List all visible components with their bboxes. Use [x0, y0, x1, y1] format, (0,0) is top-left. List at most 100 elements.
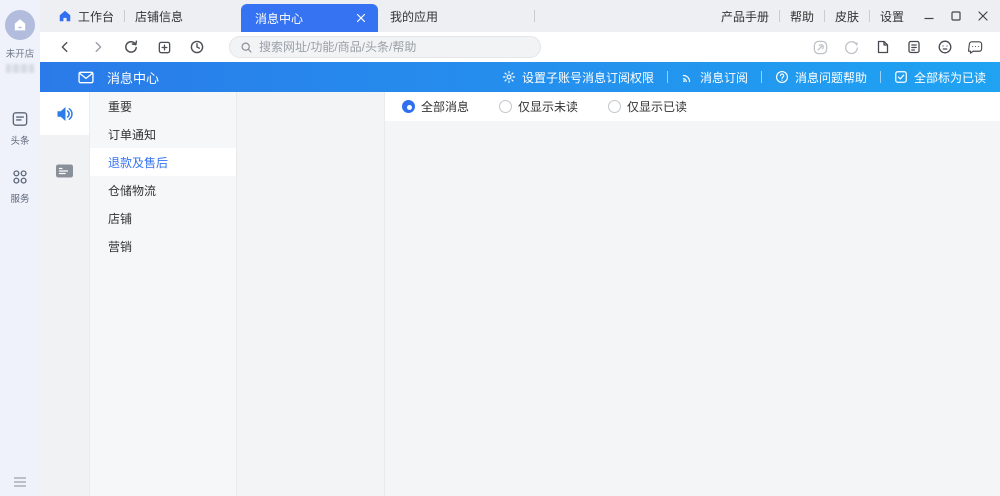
sidebar-item-services[interactable]: 服务 — [10, 167, 30, 205]
shop-avatar[interactable] — [5, 10, 35, 40]
notes-doc-icon[interactable] — [905, 39, 922, 56]
security-link-icon[interactable] — [812, 39, 829, 56]
bluebar-divider — [879, 71, 881, 83]
back-button[interactable] — [56, 38, 74, 56]
forward-button[interactable] — [89, 38, 107, 56]
shop-status-label: 未开店 — [5, 49, 35, 60]
rail-nav: 头条 服务 — [10, 109, 30, 205]
app-sidebar: 未开店 头条 服务 — [0, 0, 40, 496]
four-dots-icon — [11, 168, 30, 187]
message-list-panel — [237, 92, 385, 496]
mark-all-read-label: 全部标为已读 — [913, 70, 986, 85]
rss-icon — [681, 71, 694, 84]
titlebar-divider — [868, 10, 870, 22]
speaker-icon — [54, 104, 75, 124]
message-center-label: 消息中心 — [107, 70, 160, 86]
titlebar: 工作台 店铺信息 消息中心 我的应用 产品手册 帮助 皮肤 设置 — [40, 0, 1000, 32]
tab-my-apps[interactable]: 我的应用 — [390, 8, 438, 25]
help-link[interactable]: 帮助 — [790, 8, 814, 25]
app-root: 未开店 头条 服务 工作台 店铺信息 消息中心 我的应用 产品手册 帮助 皮肤 … — [0, 0, 1000, 496]
rail-item-label: 服务 — [10, 194, 30, 205]
rail-item-label: 头条 — [10, 136, 30, 147]
tab-workbench-label: 工作台 — [78, 9, 115, 24]
speed-gauge-icon[interactable] — [843, 39, 860, 56]
menu-item-marketing[interactable]: 营销 — [90, 232, 236, 260]
message-subscribe-label: 消息订阅 — [699, 70, 748, 85]
mark-all-read-button[interactable]: 全部标为已读 — [894, 69, 986, 86]
envelope-icon — [78, 71, 94, 84]
search-input[interactable] — [259, 40, 530, 54]
hamburger-icon — [12, 476, 28, 488]
settings-link[interactable]: 设置 — [880, 8, 904, 25]
message-content-panel: 全部消息 仅显示未读 仅显示已读 — [385, 92, 1000, 496]
refresh-button[interactable] — [122, 38, 140, 56]
strip-item-announcements[interactable] — [40, 92, 89, 135]
message-bar-actions: 设置子账号消息订阅权限 消息订阅 消息问题帮助 全部标为已读 — [502, 69, 986, 86]
censored-shop-name — [6, 64, 34, 73]
message-help-link[interactable]: 消息问题帮助 — [775, 69, 867, 86]
filter-all-label: 全部消息 — [421, 100, 470, 114]
menu-item-warehouse-logistics[interactable]: 仓储物流 — [90, 176, 236, 204]
message-subscribe-link[interactable]: 消息订阅 — [681, 69, 748, 86]
navbar-tools — [812, 39, 984, 56]
tab-shop-info[interactable]: 店铺信息 — [135, 8, 183, 25]
check-square-icon — [894, 70, 908, 84]
filter-unread-label: 仅显示未读 — [518, 100, 579, 114]
skin-link[interactable]: 皮肤 — [835, 8, 859, 25]
page-file-icon[interactable] — [874, 39, 891, 56]
filter-unread-only[interactable]: 仅显示未读 — [499, 98, 578, 115]
product-manual-link[interactable]: 产品手册 — [721, 8, 769, 25]
message-center-bar: 消息中心 设置子账号消息订阅权限 消息订阅 消息问题帮助 全部标为已读 — [40, 62, 1000, 92]
message-center-title: 消息中心 — [78, 68, 159, 87]
titlebar-divider — [778, 10, 780, 22]
radio-selected-icon[interactable] — [402, 100, 415, 113]
strip-item-message-list[interactable] — [40, 149, 89, 192]
minimize-icon[interactable] — [920, 7, 938, 25]
empty-message-area — [385, 121, 1000, 496]
gear-icon — [502, 70, 516, 84]
radio-icon[interactable] — [499, 100, 513, 113]
rail-more-button[interactable] — [0, 476, 40, 488]
home-icon — [58, 9, 72, 23]
filter-read-only[interactable]: 仅显示已读 — [608, 98, 687, 115]
filter-read-label: 仅显示已读 — [627, 100, 688, 114]
titlebar-divider — [124, 10, 126, 22]
window-controls — [920, 7, 992, 25]
filter-all-messages[interactable]: 全部消息 — [402, 98, 469, 115]
message-body: 重要 订单通知 退款及售后 仓储物流 店铺 营销 全部消息 仅显示未读 仅显示已… — [40, 92, 1000, 496]
feedback-face-icon[interactable] — [936, 39, 953, 56]
message-help-label: 消息问题帮助 — [794, 70, 867, 85]
main-window: 工作台 店铺信息 消息中心 我的应用 产品手册 帮助 皮肤 设置 搜索网址/功能… — [40, 0, 1000, 496]
tab-message-center[interactable]: 消息中心 — [241, 4, 379, 32]
radio-icon[interactable] — [608, 100, 622, 113]
menu-item-important[interactable]: 重要 — [90, 92, 236, 120]
titlebar-menu: 产品手册 帮助 皮肤 设置 — [721, 7, 1000, 25]
sub-account-permission-link[interactable]: 设置子账号消息订阅权限 — [502, 69, 654, 86]
titlebar-divider — [534, 10, 536, 22]
history-button[interactable] — [188, 38, 206, 56]
menu-item-shop[interactable]: 店铺 — [90, 204, 236, 232]
list-badge-icon — [55, 163, 74, 179]
category-icon-strip — [40, 92, 90, 496]
question-circle-icon — [775, 70, 789, 84]
navbar — [40, 32, 1000, 62]
new-tab-button[interactable] — [155, 38, 173, 56]
bluebar-divider — [666, 71, 668, 83]
maximize-icon[interactable] — [947, 7, 965, 25]
tab-message-center-label: 消息中心 — [255, 11, 304, 26]
search-icon — [240, 41, 253, 54]
menu-item-order-notice[interactable]: 订单通知 — [90, 120, 236, 148]
tab-workbench[interactable]: 工作台 — [58, 8, 114, 25]
titlebar-divider — [823, 10, 825, 22]
bluebar-divider — [760, 71, 762, 83]
message-filter-bar: 全部消息 仅显示未读 仅显示已读 — [385, 92, 1000, 121]
chat-bubble-icon[interactable] — [967, 39, 984, 56]
omnibox-search[interactable] — [229, 36, 541, 58]
close-icon[interactable] — [974, 7, 992, 25]
message-category-menu: 重要 订单通知 退款及售后 仓储物流 店铺 营销 — [90, 92, 237, 496]
sidebar-item-toutiao[interactable]: 头条 — [10, 109, 30, 147]
news-doc-icon — [11, 110, 30, 129]
storefront-icon — [12, 17, 28, 33]
menu-item-refund-aftersale[interactable]: 退款及售后 — [90, 148, 236, 176]
tab-close-icon[interactable] — [354, 11, 368, 25]
